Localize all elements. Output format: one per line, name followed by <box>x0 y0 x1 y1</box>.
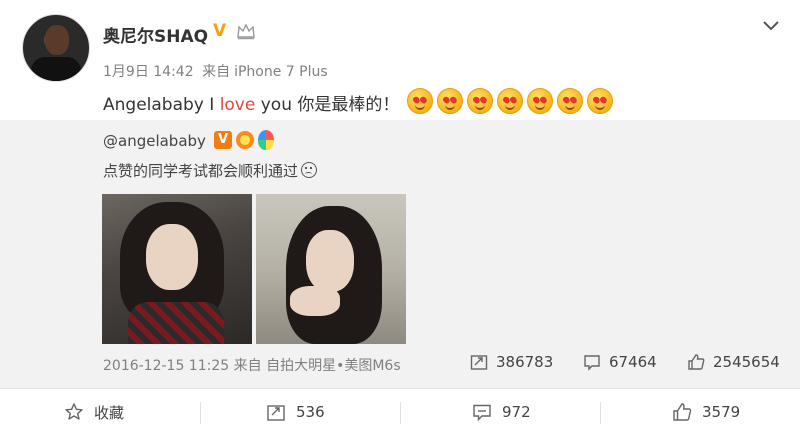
comment-icon <box>473 404 491 422</box>
like-button[interactable]: 3579 <box>672 400 740 424</box>
heart-eyes-emoji-icon <box>556 88 583 114</box>
avatar-face <box>45 25 69 55</box>
emoji-group <box>406 88 617 119</box>
heart-eyes-emoji-icon <box>466 88 493 114</box>
repost-photo-1[interactable] <box>102 194 252 344</box>
avatar-shirt <box>31 57 81 81</box>
repost-source[interactable]: 自拍大明星•美图M6s <box>266 358 401 374</box>
heart-eyes-emoji-icon <box>526 88 553 114</box>
photo-face <box>146 224 198 290</box>
post-text-after: you 你是最棒的！ <box>255 95 400 115</box>
post-date[interactable]: 1月9日 14:42 <box>103 64 194 80</box>
repost-icon <box>470 355 488 370</box>
action-separator <box>400 402 401 424</box>
star-icon <box>65 403 83 420</box>
repost-stat-reposts[interactable]: 386783 <box>470 353 553 371</box>
repost-stat-reposts-count: 386783 <box>496 353 554 371</box>
repost-text-content: 点赞的同学考试都会顺利通过 <box>103 162 299 180</box>
post-meta: 1月9日 14:42 来自 iPhone 7 Plus <box>103 61 332 81</box>
repost-count: 536 <box>296 403 325 421</box>
heart-eyes-emoji-icon <box>586 88 613 114</box>
repost-stat-likes[interactable]: 2545654 <box>687 353 780 371</box>
heart-eyes-emoji-icon <box>436 88 463 114</box>
crown-icon <box>237 23 255 40</box>
avatar[interactable] <box>22 14 90 82</box>
repost-source-prefix: 来自 <box>233 358 262 374</box>
post-text: Angelababy I love you 你是最棒的！ <box>103 88 617 119</box>
emoji-mouth <box>474 104 485 110</box>
emoji-mouth <box>444 104 455 110</box>
post-text-keyword[interactable]: love <box>220 95 256 115</box>
repost-verified-badge: V <box>214 131 232 149</box>
emoji-mouth <box>504 104 515 110</box>
sad-face-icon <box>301 162 318 178</box>
thumbs-up-icon <box>688 354 705 370</box>
repost-stat-comments-count: 67464 <box>609 353 657 371</box>
repost-button[interactable]: 536 <box>266 400 325 424</box>
comment-icon <box>584 355 600 371</box>
repost-date[interactable]: 2016-12-15 11:25 <box>103 358 229 374</box>
action-separator <box>200 402 201 424</box>
repost-photo-2[interactable] <box>256 194 406 344</box>
comment-count: 972 <box>502 403 531 421</box>
emoji-mouth <box>594 104 605 110</box>
heart-eyes-emoji-icon <box>496 88 523 114</box>
balloon-icon <box>258 130 274 150</box>
repost-icon <box>267 405 285 421</box>
action-separator <box>600 402 601 424</box>
photo-hand <box>290 286 340 316</box>
repost-text: 点赞的同学考试都会顺利通过 <box>103 160 318 181</box>
repost-meta: 2016-12-15 11:25 来自 自拍大明星•美图M6s <box>103 355 401 375</box>
thumbs-up-icon <box>673 403 692 421</box>
verified-badge: V <box>213 21 227 41</box>
footer-divider <box>0 388 800 389</box>
repost-stat-comments[interactable]: 67464 <box>583 353 657 371</box>
photo-face <box>306 230 354 292</box>
author-name[interactable]: 奥尼尔SHAQ <box>103 22 208 47</box>
photo-clothes <box>128 302 224 344</box>
repost-author[interactable]: @angelababy <box>103 132 206 150</box>
fan-badge-icon <box>236 131 254 149</box>
comment-button[interactable]: 972 <box>472 400 531 424</box>
like-count: 3579 <box>702 403 741 421</box>
favorite-button[interactable]: 收藏 <box>64 400 124 424</box>
chevron-down-icon[interactable] <box>760 14 782 36</box>
post-text-before: Angelababy I <box>103 95 220 115</box>
emoji-mouth <box>414 104 425 110</box>
repost-stat-likes-count: 2545654 <box>713 353 780 371</box>
emoji-mouth <box>534 104 545 110</box>
emoji-mouth <box>564 104 575 110</box>
heart-eyes-emoji-icon <box>406 88 433 114</box>
post-source-prefix: 来自 <box>202 64 231 80</box>
post-device[interactable]: iPhone 7 Plus <box>234 64 328 80</box>
favorite-label: 收藏 <box>94 403 125 422</box>
